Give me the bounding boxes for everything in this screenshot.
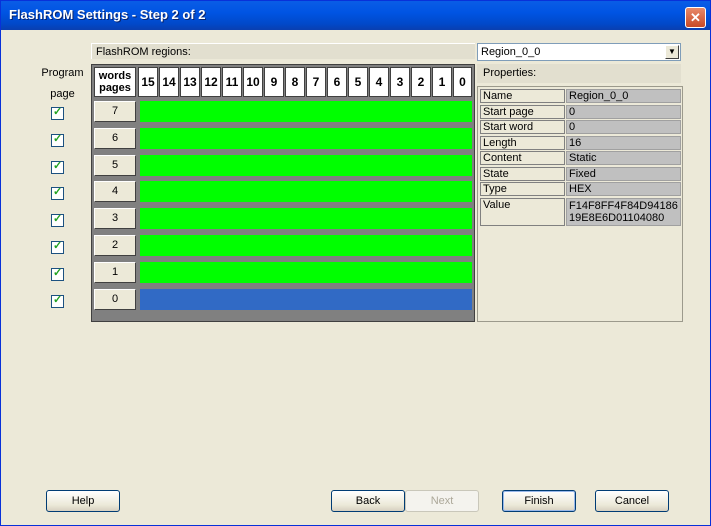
region-bar[interactable] [140, 235, 472, 256]
program-page-checkbox[interactable] [51, 239, 64, 254]
word-column-header: 2 [411, 67, 431, 97]
page-row-button[interactable]: 3 [94, 208, 136, 230]
program-page-checkbox[interactable] [51, 293, 64, 308]
help-button[interactable]: Help [46, 490, 120, 512]
properties-panel: Name Region_0_0 Start page 0 Start word 0 Leng… [477, 86, 683, 322]
page-row-button[interactable]: 0 [94, 288, 136, 310]
region-bar[interactable] [140, 181, 472, 203]
flashrom-settings-window: FlashROM Settings - Step 2 of 2 ✕ Progra… [0, 0, 711, 526]
region-bar[interactable] [140, 261, 472, 283]
region-bar[interactable] [140, 127, 472, 149]
pages-header-label: pages [99, 82, 131, 94]
region-bar[interactable] [140, 208, 472, 230]
program-page-checkbox[interactable] [51, 266, 64, 281]
page-label: page [50, 88, 75, 100]
region-bar[interactable] [140, 288, 472, 310]
word-column-header: 0 [453, 67, 472, 97]
region-bar[interactable] [140, 101, 472, 122]
property-name: Length [480, 135, 565, 150]
word-column-header: 8 [285, 67, 305, 97]
word-column-header: 3 [390, 67, 410, 97]
property-value[interactable]: HEX [566, 182, 681, 196]
property-value[interactable]: Region_0_0 [566, 89, 681, 103]
word-column-header: 15 [138, 67, 158, 97]
page-row-button[interactable]: 6 [94, 127, 136, 149]
word-column-header: 11 [222, 67, 242, 97]
region-select[interactable]: Region_0_0 ▼ [477, 43, 681, 61]
words-header-label: words [98, 70, 132, 82]
property-value[interactable]: 16 [566, 135, 681, 150]
title-bar[interactable]: FlashROM Settings - Step 2 of 2 ✕ [1, 1, 710, 30]
window-title: FlashROM Settings - Step 2 of 2 [9, 7, 206, 22]
close-icon[interactable]: ✕ [685, 7, 706, 28]
page-row-button[interactable]: 2 [94, 235, 136, 256]
program-page-checkbox[interactable] [51, 212, 64, 228]
word-column-header: 6 [327, 67, 347, 97]
flashrom-regions-label: FlashROM regions: [91, 43, 475, 59]
program-page-checkbox[interactable] [51, 185, 64, 201]
property-name: Name [480, 89, 565, 103]
page-row-button[interactable]: 4 [94, 181, 136, 203]
property-value[interactable]: 0 [566, 120, 681, 134]
property-value[interactable]: Fixed [566, 166, 681, 181]
program-page-checkbox[interactable] [51, 132, 64, 147]
property-name: Start word [480, 120, 565, 134]
properties-label: Properties: [477, 64, 681, 83]
region-bar[interactable] [140, 154, 472, 176]
word-column-header: 7 [306, 67, 326, 97]
word-column-header: 9 [264, 67, 284, 97]
word-column-header: 10 [243, 67, 263, 97]
word-column-header: 1 [432, 67, 452, 97]
word-column-header: 5 [348, 67, 368, 97]
word-column-header: 13 [180, 67, 200, 97]
property-name: Type [480, 182, 565, 196]
cancel-button[interactable]: Cancel [595, 490, 669, 512]
flashrom-regions-grid: words pages 15 14 13 12 11 10 9 8 7 6 5 4 3 2 1 0 76543… [91, 64, 475, 322]
region-select-value: Region_0_0 [481, 46, 541, 58]
program-page-checkbox[interactable] [51, 159, 64, 174]
next-button[interactable]: Next [405, 490, 479, 512]
program-page-checkbox[interactable] [51, 105, 64, 120]
back-button[interactable]: Back [331, 490, 405, 512]
word-column-header: 12 [201, 67, 221, 97]
word-column-header: 4 [369, 67, 389, 97]
property-value[interactable]: 0 [566, 104, 681, 119]
words-pages-header: words pages [94, 67, 136, 97]
page-row-button[interactable]: 5 [94, 154, 136, 176]
finish-button[interactable]: Finish [502, 490, 576, 512]
page-row-button[interactable]: 7 [94, 101, 136, 122]
property-name: Start page [480, 104, 565, 119]
dialog-body: Program page FlashROM regions: words pag… [5, 34, 706, 522]
page-row-button[interactable]: 1 [94, 261, 136, 283]
property-name: Value [480, 197, 565, 226]
program-label: Program [41, 67, 84, 79]
chevron-down-icon[interactable]: ▼ [665, 45, 679, 59]
property-value[interactable]: F14F8FF4F84D9418619E8E6D01104080 [566, 197, 681, 226]
property-value[interactable]: Static [566, 151, 681, 165]
property-name: State [480, 166, 565, 181]
word-column-header: 14 [159, 67, 179, 97]
property-name: Content [480, 151, 565, 165]
